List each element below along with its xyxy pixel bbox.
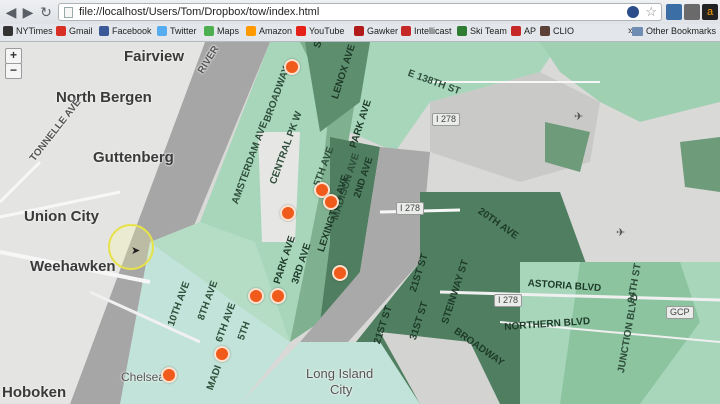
tow-marker[interactable] bbox=[214, 346, 230, 362]
other-bookmarks-folder[interactable]: Other Bookmarks bbox=[631, 26, 716, 36]
highway-shield: I 278 bbox=[396, 202, 425, 215]
bookmark-label: Amazon bbox=[259, 26, 293, 36]
place-chelsea: Chelsea bbox=[121, 370, 166, 384]
bookmark-favicon-icon bbox=[540, 26, 550, 36]
bookmark-favicon-icon bbox=[56, 26, 66, 36]
bookmark-item[interactable]: Facebook bbox=[99, 26, 152, 36]
bookmark-favicon-icon bbox=[3, 26, 13, 36]
bookmark-star-icon[interactable]: ☆ bbox=[645, 4, 657, 20]
zoom-out-button[interactable]: − bbox=[5, 63, 22, 79]
bookmark-label: Twitter bbox=[170, 26, 197, 36]
amazon-icon[interactable]: a bbox=[702, 4, 718, 20]
bookmark-favicon-icon bbox=[296, 26, 306, 36]
forward-button[interactable]: ▶ bbox=[19, 3, 37, 21]
tow-marker[interactable] bbox=[323, 194, 339, 210]
place-weehawken: Weehawken bbox=[30, 258, 116, 275]
bookmark-item[interactable]: Twitter bbox=[157, 26, 197, 36]
bookmark-item[interactable]: Amazon bbox=[246, 26, 292, 36]
tow-marker[interactable] bbox=[270, 288, 286, 304]
mouse-cursor-icon: ➤ bbox=[131, 245, 141, 257]
highway-shield: I 278 bbox=[494, 294, 523, 307]
bookmark-item[interactable]: Maps bbox=[204, 26, 239, 36]
bookmark-label: Ski Team bbox=[470, 26, 507, 36]
map-view[interactable]: Fairview North Bergen Guttenberg Union C… bbox=[0, 42, 720, 404]
place-hoboken: Hoboken bbox=[2, 384, 67, 401]
bookmark-item[interactable]: AP bbox=[511, 26, 536, 36]
reload-button[interactable]: ↻ bbox=[37, 3, 55, 21]
bookmark-label: AP bbox=[524, 26, 537, 36]
extension-button-2[interactable] bbox=[684, 4, 700, 20]
airplane-icon: ✈ bbox=[616, 227, 626, 239]
highway-shield: I 278 bbox=[432, 113, 461, 126]
tow-marker[interactable] bbox=[284, 59, 300, 75]
tow-marker[interactable] bbox=[280, 205, 296, 221]
bookmark-item[interactable]: Ski Team bbox=[457, 26, 507, 36]
bookmark-item[interactable]: Intellicast bbox=[401, 26, 452, 36]
browser-toolbar: ◀ ▶ ↻ file://localhost/Users/Tom/Dropbox… bbox=[0, 0, 720, 25]
extension-button-1[interactable] bbox=[666, 4, 682, 20]
other-bookmarks-label: Other Bookmarks bbox=[645, 26, 716, 36]
bookmark-label: CLIO bbox=[553, 26, 575, 36]
bookmark-label: Gawker bbox=[367, 26, 399, 36]
place-union-city: Union City bbox=[24, 208, 99, 225]
airplane-icon: ✈ bbox=[574, 111, 584, 123]
zoom-in-button[interactable]: + bbox=[5, 48, 22, 64]
bookmark-item[interactable]: Gawker bbox=[354, 26, 398, 36]
page-icon bbox=[64, 7, 73, 18]
bookmark-label: Intellicast bbox=[414, 26, 452, 36]
bookmark-favicon-icon bbox=[511, 26, 521, 36]
url-text[interactable]: file://localhost/Users/Tom/Dropbox/tow/i… bbox=[79, 6, 319, 18]
bookmark-favicon-icon bbox=[401, 26, 411, 36]
place-guttenberg: Guttenberg bbox=[93, 149, 174, 166]
bookmark-favicon-icon bbox=[457, 26, 467, 36]
highway-shield: GCP bbox=[666, 306, 694, 319]
tow-marker[interactable] bbox=[332, 265, 348, 281]
bookmark-label: YouTube bbox=[309, 26, 345, 36]
bookmark-label: Gmail bbox=[69, 26, 93, 36]
back-button[interactable]: ◀ bbox=[2, 3, 20, 21]
bookmark-label: NYTimes bbox=[16, 26, 53, 36]
bookmark-item[interactable]: CLIO bbox=[540, 26, 574, 36]
folder-icon bbox=[631, 26, 643, 36]
extension-icon[interactable] bbox=[627, 6, 639, 18]
place-fairview: Fairview bbox=[124, 48, 185, 65]
place-long-island-city-1: Long Island bbox=[306, 366, 374, 381]
place-long-island-city-2: City bbox=[330, 382, 353, 397]
bookmarks-bar: » Other Bookmarks NYTimes Gmail Facebook Tw… bbox=[0, 24, 720, 42]
bookmark-item[interactable]: NYTimes bbox=[3, 26, 53, 36]
tow-marker[interactable] bbox=[248, 288, 264, 304]
bookmark-favicon-icon bbox=[354, 26, 364, 36]
bookmark-favicon-icon bbox=[157, 26, 167, 36]
bookmark-label: Maps bbox=[217, 26, 240, 36]
tow-marker[interactable] bbox=[161, 367, 177, 383]
bookmark-favicon-icon bbox=[246, 26, 256, 36]
bookmark-favicon-icon bbox=[99, 26, 109, 36]
bookmark-favicon-icon bbox=[204, 26, 214, 36]
bookmark-item[interactable]: Gmail bbox=[56, 26, 93, 36]
bookmark-item[interactable]: YouTube bbox=[296, 26, 344, 36]
address-bar[interactable]: file://localhost/Users/Tom/Dropbox/tow/i… bbox=[58, 3, 662, 21]
bookmark-label: Facebook bbox=[112, 26, 152, 36]
